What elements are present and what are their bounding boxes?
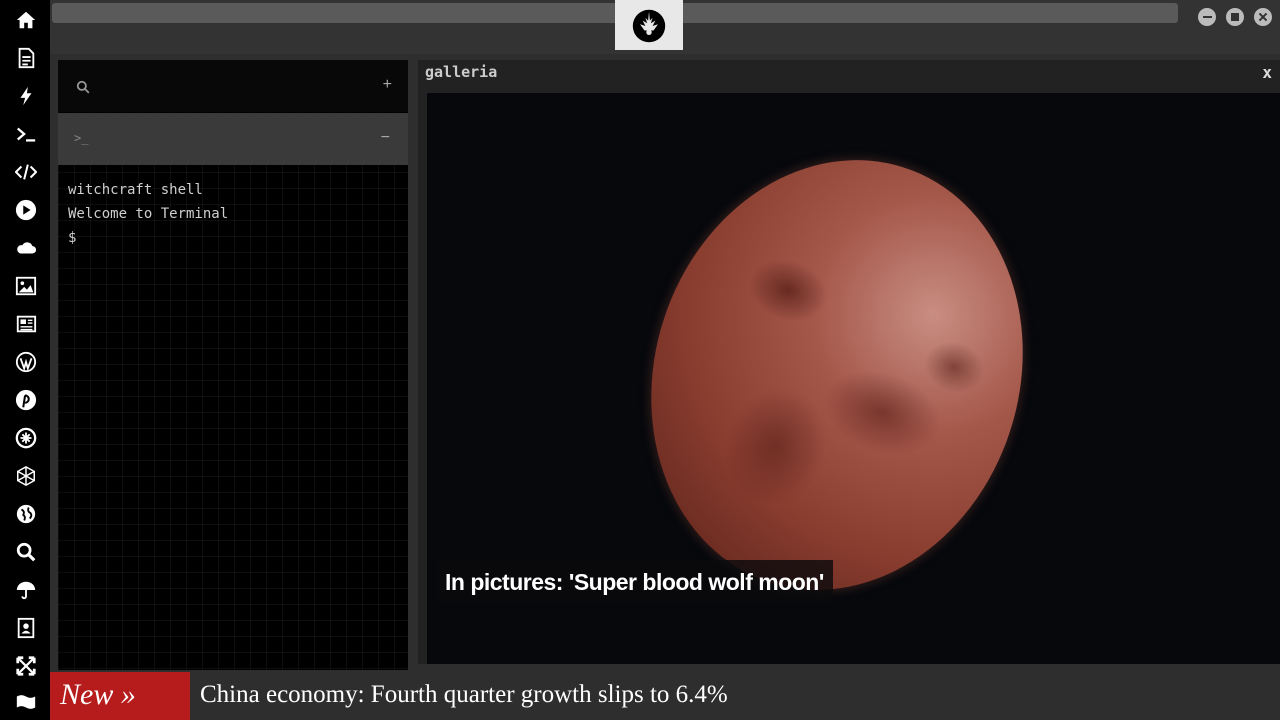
rebel-alliance-logo-icon <box>632 9 666 43</box>
globe-icon[interactable] <box>13 501 39 527</box>
terminal-output[interactable]: witchcraft shell Welcome to Terminal $ <box>68 178 228 250</box>
document-icon[interactable] <box>13 45 39 71</box>
newspaper-icon[interactable] <box>13 311 39 337</box>
close-window-button[interactable] <box>1254 8 1272 26</box>
ticker-new-label: New » <box>50 672 190 720</box>
code-icon[interactable] <box>13 159 39 185</box>
pinterest-icon[interactable] <box>13 387 39 413</box>
search-icon[interactable] <box>76 80 90 94</box>
settings-wheel-icon[interactable] <box>13 425 39 451</box>
cloud-icon[interactable] <box>13 235 39 261</box>
minimize-window-button[interactable] <box>1198 8 1216 26</box>
maximize-window-button[interactable] <box>1226 8 1244 26</box>
wordpress-icon[interactable] <box>13 349 39 375</box>
search-icon[interactable] <box>13 539 39 565</box>
contact-book-icon[interactable] <box>13 615 39 641</box>
top-bar <box>50 0 1280 54</box>
gallery-caption: In pictures: 'Super blood wolf moon' <box>436 560 833 604</box>
terminal-tab[interactable]: >_ − <box>58 113 408 165</box>
flag-icon[interactable] <box>13 689 39 715</box>
image-icon[interactable] <box>13 273 39 299</box>
bolt-icon[interactable] <box>13 83 39 109</box>
terminal-prompt: $ <box>68 230 77 246</box>
gallery-panel: galleria x In pictures: 'Super blood wol… <box>418 60 1280 664</box>
terminal-line: witchcraft shell <box>68 182 203 198</box>
sidebar <box>0 0 50 720</box>
terminal-search-bar[interactable]: + <box>58 60 408 112</box>
terminal-panel: + >_ − witchcraft shell Welcome to Termi… <box>58 60 408 670</box>
terminal-icon[interactable] <box>13 121 39 147</box>
terminal-line: Welcome to Terminal <box>68 206 229 222</box>
ticker-headline[interactable]: China economy: Fourth quarter growth sli… <box>200 672 728 720</box>
news-ticker: New » China economy: Fourth quarter grow… <box>50 672 1280 720</box>
gallery-title: galleria <box>425 63 498 81</box>
gallery-close-button[interactable]: x <box>1262 63 1272 82</box>
play-icon[interactable] <box>13 197 39 223</box>
umbrella-icon[interactable] <box>13 577 39 603</box>
minimize-tab-button[interactable]: − <box>381 129 390 147</box>
gallery-image[interactable]: In pictures: 'Super blood wolf moon' <box>427 93 1280 664</box>
terminal-tab-prompt: >_ <box>74 131 89 145</box>
rebel-logo-tab[interactable] <box>615 0 683 50</box>
add-tab-button[interactable]: + <box>383 76 392 94</box>
expand-icon[interactable] <box>13 653 39 679</box>
home-icon[interactable] <box>13 7 39 33</box>
mesh-icon[interactable] <box>13 463 39 489</box>
